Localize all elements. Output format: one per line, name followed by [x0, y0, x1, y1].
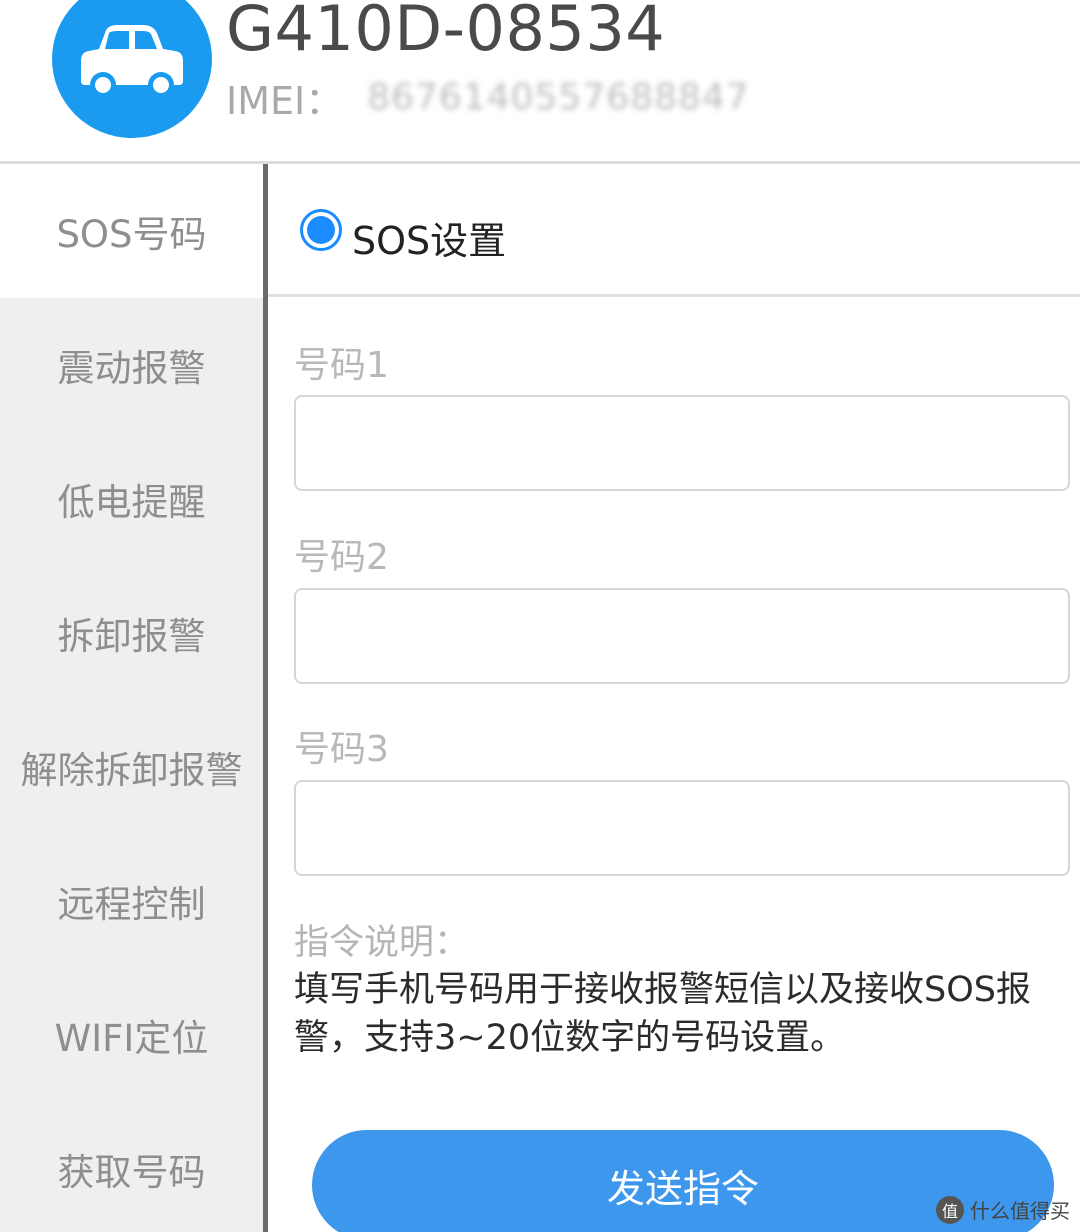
radio-selected-dot [307, 216, 335, 244]
number2-input[interactable] [294, 588, 1070, 684]
instruction-label: 指令说明： [294, 923, 470, 963]
sidebar-item-cancel-removal-alarm[interactable]: 解除拆卸报警 [0, 700, 263, 834]
section-header: SOS设置 [268, 164, 1080, 297]
sidebar-item-wifi-location[interactable]: WIFI定位 [0, 968, 263, 1102]
device-header: G410D-08534 IMEI： 8676140557688847 [0, 0, 1080, 162]
sidebar-item-low-battery[interactable]: 低电提醒 [0, 432, 263, 566]
imei-row: IMEI： 8676140557688847 [226, 70, 750, 125]
number3-input[interactable] [294, 780, 1070, 876]
watermark-text: 什么值得买 [970, 1199, 1070, 1223]
imei-value: 8676140557688847 [367, 77, 750, 118]
number3-label: 号码3 [294, 729, 389, 770]
imei-label: IMEI： [226, 79, 344, 123]
sidebar-item-removal-alarm[interactable]: 拆卸报警 [0, 566, 263, 700]
sidebar-item-vibration-alarm[interactable]: 震动报警 [0, 298, 263, 432]
number2-label: 号码2 [294, 537, 389, 578]
section-title: SOS设置 [352, 219, 507, 263]
car-icon [81, 25, 183, 98]
watermark: 值 什么值得买 [936, 1195, 1070, 1224]
section-divider [268, 294, 1080, 297]
sidebar: SOS号码 震动报警 低电提醒 拆卸报警 解除拆卸报警 远程控制 WIFI定位 … [0, 164, 263, 1232]
number1-input[interactable] [294, 395, 1070, 491]
device-avatar [52, 0, 212, 138]
instruction-text: 填写手机号码用于接收报警短信以及接收SOS报警，支持3~20位数字的号码设置。 [294, 970, 1031, 1058]
main-panel: SOS设置 号码1 号码2 号码3 指令说明： 填写手机号码用于接收报警短信以及… [268, 164, 1080, 1232]
number1-label: 号码1 [294, 345, 389, 386]
sos-settings-page: G410D-08534 IMEI： 8676140557688847 SOS号码… [0, 0, 1080, 1232]
sos-radio-button[interactable] [300, 209, 342, 251]
device-name: G410D-08534 [226, 0, 666, 65]
sidebar-item-get-number[interactable]: 获取号码 [0, 1102, 263, 1232]
watermark-logo-icon: 值 [936, 1195, 964, 1224]
sidebar-item-remote-control[interactable]: 远程控制 [0, 834, 263, 968]
sidebar-item-sos-number[interactable]: SOS号码 [0, 164, 263, 298]
